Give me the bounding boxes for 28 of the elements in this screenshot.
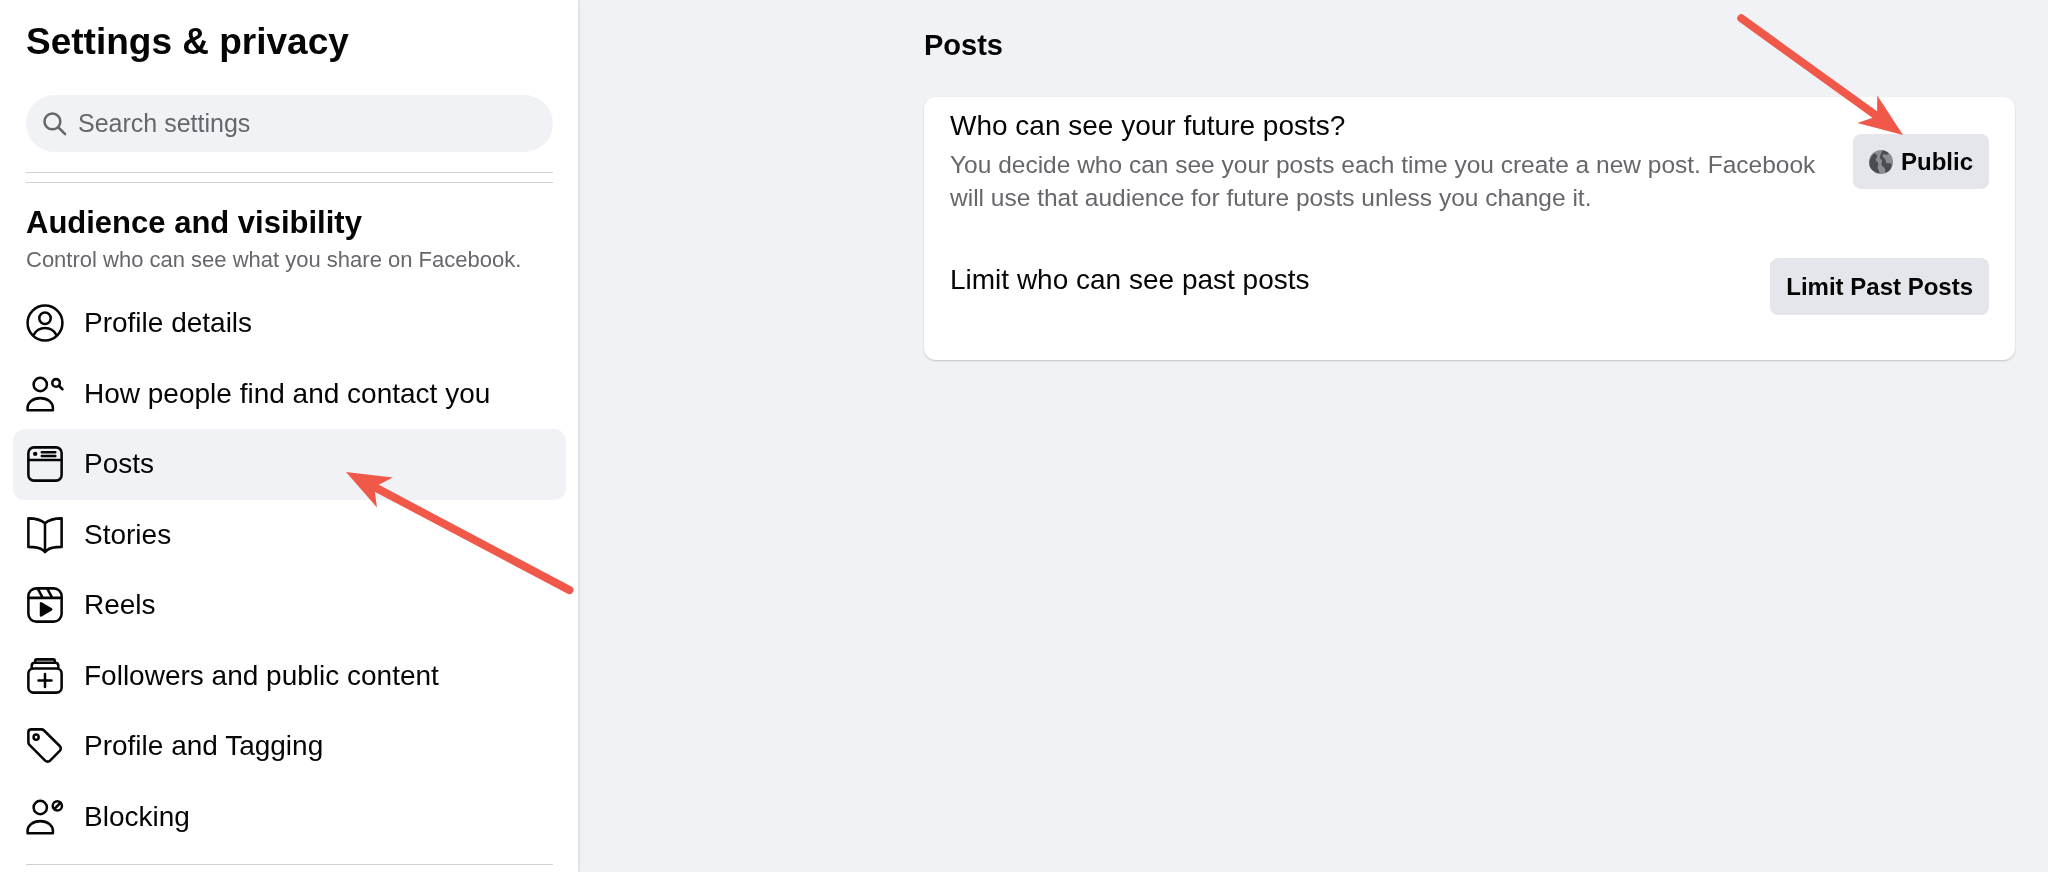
search-field[interactable]: Search settings [26,95,553,152]
limit-past-posts-button[interactable]: Limit Past Posts [1770,258,1989,315]
sidebar-item[interactable]: Profile details [13,288,566,359]
search-icon [42,111,67,136]
sidebar-item[interactable]: Followers and public content [13,640,566,711]
sidebar-item[interactable]: How people find and contact you [13,358,566,429]
sidebar-item[interactable]: Blocking [13,781,566,852]
person-block-icon [26,797,64,836]
section-subtitle: Control who can see what you share on Facebook. [26,247,522,273]
section-heading: Posts [924,28,1003,62]
browser-window-icon [26,445,64,484]
tag-icon [26,727,64,766]
setting-description: You decide who can see your posts each time you create a new post. Facebook will use that audience for future posts unless you change it. [950,150,1817,213]
audience-button[interactable]: Public [1853,134,1989,189]
sidebar-title: Settings & privacy [26,20,349,64]
setting-title: Who can see your future posts? [950,109,1346,143]
sidebar-item[interactable]: Profile and Tagging [13,711,566,782]
section-title: Audience and visibility [26,205,362,241]
user-circle-icon [26,304,64,343]
setting-title: Limit who can see past posts [950,263,1310,297]
video-clip-icon [26,586,64,625]
globe-icon [1869,149,1893,174]
stacked-cards-plus-icon [26,656,64,695]
sidebar-item[interactable]: Posts [13,429,566,500]
sidebar-item[interactable]: Stories [13,499,566,570]
person-search-icon [26,374,64,413]
book-icon [26,515,64,554]
sidebar-item[interactable]: Reels [13,570,566,641]
